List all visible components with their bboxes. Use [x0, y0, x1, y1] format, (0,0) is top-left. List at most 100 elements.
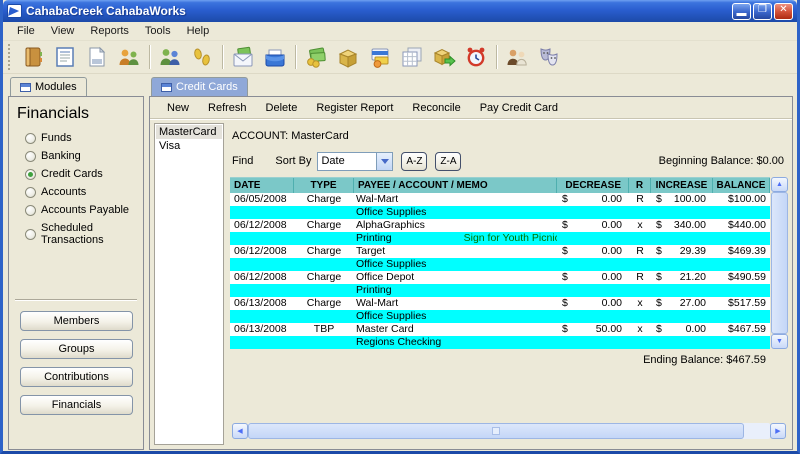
- table-memo-row[interactable]: Office Supplies: [230, 258, 770, 271]
- staff-pair-icon: [507, 49, 527, 66]
- distribution-chest-icon: [433, 48, 456, 67]
- horizontal-scroll-thumb[interactable]: [248, 423, 744, 439]
- horizontal-scrollbar: ◀ ▶: [232, 423, 786, 439]
- ending-balance-row: Ending Balance: $467.59: [230, 349, 788, 366]
- maximize-button[interactable]: ❐: [753, 2, 772, 20]
- credit-cards-body: MasterCard Visa ACCOUNT: MasterCard Find…: [150, 119, 792, 449]
- currency-symbol: $: [562, 323, 568, 335]
- menu-tools[interactable]: Tools: [137, 23, 179, 39]
- module-option-accounts[interactable]: Accounts: [25, 186, 143, 198]
- toolbar-alarm-clock-button[interactable]: [460, 43, 492, 71]
- table-memo-row[interactable]: Printing: [230, 284, 770, 297]
- minimize-button[interactable]: ▬: [732, 2, 751, 20]
- scroll-left-button[interactable]: ◀: [232, 423, 248, 439]
- theater-masks-icon: [540, 48, 558, 66]
- scroll-right-button[interactable]: ▶: [770, 423, 786, 439]
- combo-dropdown-button[interactable]: [376, 152, 393, 170]
- tab-credit-cards[interactable]: Credit Cards: [151, 77, 248, 96]
- contributions-button[interactable]: Contributions: [20, 367, 133, 387]
- table-memo-row[interactable]: Printing Sign for Youth Picnic: [230, 232, 770, 245]
- module-option-banking[interactable]: Banking: [25, 150, 143, 162]
- toolbar-new-document-button[interactable]: [81, 43, 113, 71]
- module-option-credit-cards[interactable]: Credit Cards: [25, 168, 143, 180]
- table-row[interactable]: 06/05/2008 Charge Wal-Mart $0.00 R $100.…: [230, 193, 770, 206]
- table-memo-row[interactable]: Regions Checking: [230, 336, 770, 349]
- module-option-label: Funds: [41, 132, 72, 144]
- title-bar[interactable]: CahabaCreek CahabaWorks ▬ ❐ ✕: [3, 0, 797, 22]
- header-type[interactable]: TYPE: [294, 178, 354, 193]
- table-grid-icon: [402, 47, 422, 67]
- horizontal-scroll-track[interactable]: [248, 423, 770, 439]
- toolbar-grip[interactable]: [8, 44, 12, 70]
- table-memo-row[interactable]: Office Supplies: [230, 310, 770, 323]
- toolbar-members-family-button[interactable]: [113, 43, 145, 71]
- register-report-action[interactable]: Register Report: [308, 100, 401, 116]
- account-item-mastercard[interactable]: MasterCard: [156, 125, 222, 139]
- modules-tab-row: Modules: [8, 77, 144, 96]
- members-family-icon: [119, 49, 139, 65]
- reconcile-action[interactable]: Reconcile: [404, 100, 468, 116]
- delete-action[interactable]: Delete: [258, 100, 306, 116]
- table-row[interactable]: 06/12/2008 Charge AlphaGraphics $0.00 x …: [230, 219, 770, 232]
- toolbar-staff-pair-button[interactable]: [501, 43, 533, 71]
- sort-descending-button[interactable]: Z-A: [435, 151, 462, 171]
- toolbar-theater-masks-button[interactable]: [533, 43, 565, 71]
- groups-button[interactable]: Groups: [20, 339, 133, 359]
- toolbar-table-grid-button[interactable]: [396, 43, 428, 71]
- table-row[interactable]: 06/13/2008 Charge Wal-Mart $0.00 x $27.0…: [230, 297, 770, 310]
- toolbar-mail-money-button[interactable]: [227, 43, 259, 71]
- refresh-action[interactable]: Refresh: [200, 100, 255, 116]
- module-option-funds[interactable]: Funds: [25, 132, 143, 144]
- toolbar-distribution-chest-button[interactable]: [428, 43, 460, 71]
- scroll-thumb-grip-icon: [491, 427, 500, 435]
- financials-button[interactable]: Financials: [20, 395, 133, 415]
- tab-modules[interactable]: Modules: [10, 77, 87, 96]
- menu-view[interactable]: View: [43, 23, 83, 39]
- module-option-scheduled-transactions[interactable]: Scheduled Transactions: [25, 222, 143, 246]
- action-bar: New Refresh Delete Register Report Recon…: [150, 97, 792, 119]
- new-action[interactable]: New: [159, 100, 197, 116]
- menu-file[interactable]: File: [9, 23, 43, 39]
- close-button[interactable]: ✕: [774, 2, 793, 20]
- toolbar: [3, 41, 797, 74]
- scroll-up-button[interactable]: ▲: [771, 177, 788, 192]
- modules-heading: Financials: [17, 105, 90, 122]
- module-option-label: Scheduled Transactions: [41, 222, 104, 246]
- sort-by-select[interactable]: Date: [317, 151, 394, 171]
- toolbar-notes-button[interactable]: [49, 43, 81, 71]
- currency-symbol: $: [562, 297, 568, 309]
- toolbar-money-coins-button[interactable]: [300, 43, 332, 71]
- menu-reports[interactable]: Reports: [82, 23, 137, 39]
- header-balance[interactable]: BALANCE: [713, 178, 770, 193]
- memo-account: Office Supplies: [356, 258, 427, 270]
- header-payee[interactable]: PAYEE / ACCOUNT / MEMO: [354, 178, 557, 193]
- currency-symbol: $: [656, 271, 662, 283]
- header-date[interactable]: DATE: [230, 178, 294, 193]
- header-decrease[interactable]: DECREASE: [557, 178, 629, 193]
- table-memo-row[interactable]: Office Supplies: [230, 206, 770, 219]
- table-row[interactable]: 06/12/2008 Charge Target $0.00 R $29.39 …: [230, 245, 770, 258]
- credit-cards-tab-label: Credit Cards: [176, 81, 238, 93]
- table-row[interactable]: 06/13/2008 TBP Master Card $50.00 x $0.0…: [230, 323, 770, 336]
- app-window: CahabaCreek CahabaWorks ▬ ❐ ✕ File View …: [0, 0, 800, 454]
- table-header-row: DATE TYPE PAYEE / ACCOUNT / MEMO DECREAS…: [230, 178, 770, 193]
- members-button[interactable]: Members: [20, 311, 133, 331]
- toolbar-footprints-button[interactable]: [186, 43, 218, 71]
- pay-credit-card-action[interactable]: Pay Credit Card: [472, 100, 566, 116]
- currency-symbol: $: [562, 193, 568, 205]
- account-item-visa[interactable]: Visa: [156, 139, 222, 153]
- workspace: Modules Financials Funds Banking Credit …: [3, 74, 797, 451]
- toolbar-address-book-button[interactable]: [17, 43, 49, 71]
- table-row[interactable]: 06/12/2008 Charge Office Depot $0.00 R $…: [230, 271, 770, 284]
- toolbar-card-file-button[interactable]: [259, 43, 291, 71]
- vertical-scroll-thumb[interactable]: [771, 192, 788, 334]
- sort-ascending-button[interactable]: A-Z: [401, 151, 428, 171]
- header-reconciled[interactable]: R: [629, 178, 651, 193]
- scroll-down-button[interactable]: ▼: [771, 334, 788, 349]
- toolbar-treasure-chest-button[interactable]: [332, 43, 364, 71]
- toolbar-people-group-button[interactable]: [154, 43, 186, 71]
- toolbar-billing-cards-button[interactable]: [364, 43, 396, 71]
- header-increase[interactable]: INCREASE: [651, 178, 713, 193]
- module-option-accounts-payable[interactable]: Accounts Payable: [25, 204, 143, 216]
- menu-help[interactable]: Help: [179, 23, 218, 39]
